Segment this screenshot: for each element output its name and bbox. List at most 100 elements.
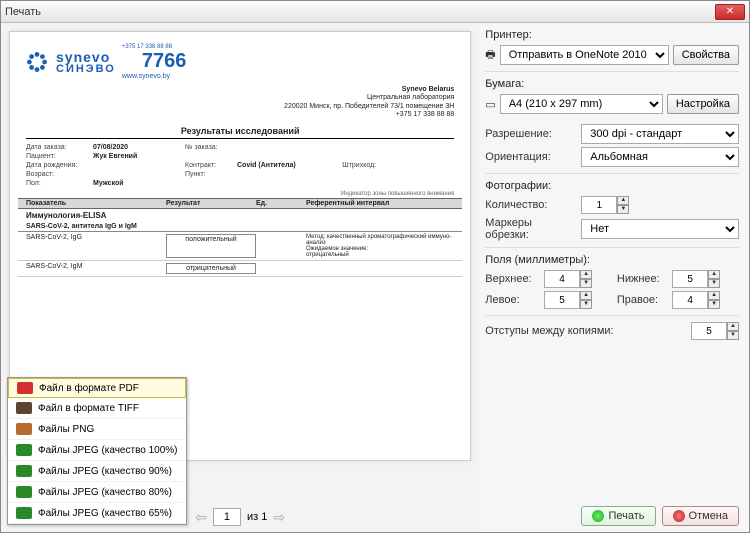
resolution-select[interactable]: 300 dpi - стандарт [581, 124, 739, 144]
addr-line-2: Центральная лаборатория [26, 94, 454, 102]
margin-right-input[interactable] [672, 291, 708, 309]
addr-line-4: +375 17 338 88 88 [26, 111, 454, 119]
preview-pane: synevo СИНЭВО +375 17 338 88 88 7766 www… [1, 23, 479, 532]
file-type-icon [16, 444, 32, 456]
order-date: 07/08/2020 [93, 144, 183, 151]
margins-label: Поля (миллиметры): [485, 254, 739, 266]
row1-method: Метод: качественный хроматографический и… [306, 234, 454, 258]
count-down[interactable]: ▼ [617, 205, 629, 214]
export-menu-label: Файлы JPEG (качество 80%) [38, 487, 172, 498]
brand-logo-icon [24, 49, 50, 75]
paper-label: Бумага: [485, 78, 739, 90]
paper-icon: ▭ [485, 98, 495, 111]
file-type-icon [16, 402, 32, 414]
patient-name: Жук Евгений [93, 153, 454, 160]
spin-down[interactable]: ▼ [580, 300, 592, 309]
export-menu-item[interactable]: Файлы JPEG (качество 90%) [8, 461, 186, 482]
printer-select[interactable]: Отправить в OneNote 2010 [500, 45, 669, 65]
spin-up[interactable]: ▲ [580, 270, 592, 279]
photos-label: Фотографии: [485, 180, 739, 192]
result-subsection: SARS-CoV-2, антитела IgG и IgM [18, 222, 462, 232]
order-no-label: № заказа: [185, 144, 235, 151]
export-menu-label: Файл в формате TIFF [38, 403, 139, 414]
point-label: Пункт: [185, 171, 235, 178]
spin-up[interactable]: ▲ [727, 322, 739, 331]
spin-down[interactable]: ▼ [708, 300, 720, 309]
sex-value: Мужской [93, 180, 183, 187]
window-title: Печать [5, 6, 41, 18]
dob-label: Дата рождения: [26, 162, 91, 169]
spin-up[interactable]: ▲ [708, 270, 720, 279]
page-input[interactable] [213, 508, 241, 526]
paper-select[interactable]: A4 (210 x 297 mm) [500, 94, 663, 114]
margin-right-label: Правое: [617, 294, 666, 306]
print-label: Печать [608, 510, 644, 522]
close-icon: ✕ [726, 6, 734, 17]
margin-left-input[interactable] [544, 291, 580, 309]
print-icon [592, 510, 604, 522]
addr-line-3: 220020 Минск, пр. Победителей 73/1 помещ… [26, 103, 454, 111]
file-type-icon [16, 465, 32, 477]
margin-bottom-input[interactable] [672, 270, 708, 288]
brand-phone: 7766 [142, 50, 187, 73]
export-menu-label: Файлы JPEG (качество 90%) [38, 466, 172, 477]
row1-name: SARS-CoV-2, IgG [26, 234, 166, 258]
spacing-input[interactable] [691, 322, 727, 340]
close-button[interactable]: ✕ [715, 4, 745, 20]
next-page-button[interactable]: ⇨ [273, 509, 285, 526]
spin-down[interactable]: ▼ [727, 331, 739, 340]
export-menu-label: Файлы JPEG (качество 100%) [38, 445, 178, 456]
barcode-label: Штрихкод: [342, 162, 402, 169]
contract-value: Covid (Антитела) [237, 162, 340, 169]
col-result: Результат [166, 200, 256, 207]
crop-select[interactable]: Нет [581, 219, 739, 239]
export-menu-item[interactable]: Файлы JPEG (качество 65%) [8, 503, 186, 524]
margin-left-label: Левое: [485, 294, 538, 306]
col-indicator: Показатель [26, 200, 166, 207]
margin-top-input[interactable] [544, 270, 580, 288]
age-label: Возраст: [26, 171, 91, 178]
brand-name-2: СИНЭВО [56, 64, 116, 75]
export-menu-item[interactable]: Файлы JPEG (качество 100%) [8, 440, 186, 461]
cancel-button[interactable]: Отмена [662, 506, 739, 526]
export-menu-item[interactable]: Файл в формате TIFF [8, 398, 186, 419]
export-menu-label: Файлы PNG [38, 424, 94, 435]
result-section: Иммунология-ELISA [18, 209, 462, 222]
printer-icon: 🖶 [485, 46, 495, 65]
prev-page-button[interactable]: ⇦ [195, 509, 207, 526]
row2-result: отрицательный [166, 263, 256, 274]
export-format-menu: Файл в формате PDF Файл в формате TIFF Фай… [7, 377, 187, 525]
page-of-label: из 1 [247, 511, 267, 523]
export-menu-item[interactable]: Файлы PNG [8, 419, 186, 440]
count-input[interactable] [581, 196, 617, 214]
export-menu-label: Файл в формате PDF [39, 383, 139, 394]
print-button[interactable]: Печать [581, 506, 655, 526]
orientation-select[interactable]: Альбомная [581, 147, 739, 167]
order-date-label: Дата заказа: [26, 144, 91, 151]
file-type-icon [16, 486, 32, 498]
file-type-icon [17, 382, 33, 394]
settings-pane: Принтер: 🖶 Отправить в OneNote 2010 Свой… [479, 23, 749, 532]
margin-bottom-label: Нижнее: [617, 273, 666, 285]
margin-top-label: Верхнее: [485, 273, 538, 285]
count-label: Количество: [485, 199, 575, 211]
spacing-label: Отступы между копиями: [485, 325, 613, 337]
printer-properties-button[interactable]: Свойства [673, 45, 739, 65]
export-menu-item[interactable]: Файл в формате PDF [8, 378, 186, 398]
brand-name-1: synevo [56, 50, 116, 64]
paper-setup-button[interactable]: Настройка [667, 94, 739, 114]
col-unit: Ед. [256, 200, 306, 207]
spin-down[interactable]: ▼ [708, 279, 720, 288]
indicator-note: Индикатор зоны повышенного внимания [18, 190, 462, 198]
count-up[interactable]: ▲ [617, 196, 629, 205]
spin-up[interactable]: ▲ [708, 291, 720, 300]
spin-up[interactable]: ▲ [580, 291, 592, 300]
cancel-icon [673, 510, 685, 522]
export-menu-item[interactable]: Файлы JPEG (качество 80%) [8, 482, 186, 503]
spin-down[interactable]: ▼ [580, 279, 592, 288]
sex-label: Пол: [26, 180, 91, 187]
doc-title: Результаты исследований [26, 124, 454, 139]
contract-label: Контракт: [185, 162, 235, 169]
cancel-label: Отмена [689, 510, 728, 522]
printer-label: Принтер: [485, 29, 739, 41]
